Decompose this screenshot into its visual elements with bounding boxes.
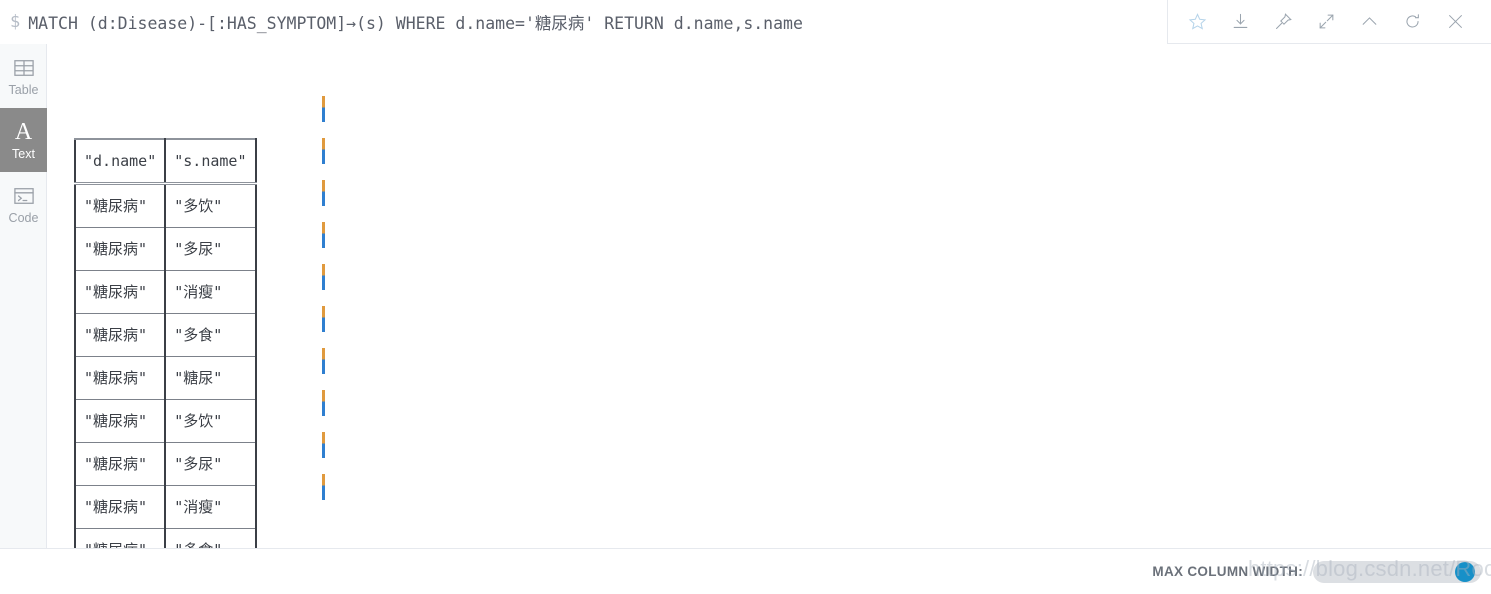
sidebar-item-table[interactable]: Table	[0, 44, 47, 108]
query-text: MATCH (d:Disease)-[:HAS_SYMPTOM]→(s) WHE…	[28, 13, 803, 33]
table-row: "糖尿病" "消瘦"	[73, 270, 257, 314]
code-icon	[13, 183, 35, 209]
cell-d-name: "糖尿病"	[73, 528, 167, 548]
sidebar-item-label: Text	[12, 147, 35, 162]
table-row: "糖尿病" "多饮"	[73, 183, 257, 228]
cell-s-name: "糖尿"	[164, 356, 257, 400]
cell-s-name: "消瘦"	[164, 270, 257, 314]
cell-d-name: "糖尿病"	[73, 485, 167, 529]
result-frame: $ MATCH (d:Disease)-[:HAS_SYMPTOM]→(s) W…	[0, 0, 1491, 594]
slider-handle[interactable]	[1455, 561, 1475, 582]
row-pipe	[322, 348, 325, 374]
table-header: "d.name" "s.name"	[73, 138, 257, 185]
row-pipe	[322, 432, 325, 458]
row-pipe	[322, 306, 325, 332]
prompt-sign: $	[10, 11, 21, 32]
cell-s-name: "多食"	[164, 528, 257, 548]
row-pipe	[322, 96, 325, 122]
cell-d-name: "糖尿病"	[73, 183, 167, 228]
table-row: "糖尿病" "多尿"	[73, 227, 257, 271]
text-result-pane: "d.name" "s.name" "糖尿病" "多饮" "糖尿病" "多尿" …	[48, 44, 1491, 548]
result-table: "d.name" "s.name" "糖尿病" "多饮" "糖尿病" "多尿" …	[73, 138, 257, 548]
sidebar-item-label: Code	[8, 211, 39, 226]
sidebar-item-label: Table	[8, 83, 39, 98]
table-header-row: "d.name" "s.name"	[73, 138, 257, 185]
table-row: "糖尿病" "糖尿"	[73, 356, 257, 400]
query-actions	[1168, 0, 1491, 44]
row-pipe	[322, 264, 325, 290]
ascii-result-table: "d.name" "s.name" "糖尿病" "多饮" "糖尿病" "多尿" …	[73, 54, 257, 548]
cell-d-name: "糖尿病"	[73, 227, 167, 271]
row-pipe	[322, 474, 325, 500]
text-icon: A	[14, 119, 33, 146]
cell-s-name: "多饮"	[164, 399, 257, 443]
cell-d-name: "糖尿病"	[73, 270, 167, 314]
table-row: "糖尿病" "消瘦"	[73, 485, 257, 529]
table-row: "糖尿病" "多尿"	[73, 442, 257, 486]
collapse-icon[interactable]	[1355, 7, 1385, 37]
column-header-s-name: "s.name"	[164, 138, 257, 185]
pin-icon[interactable]	[1269, 7, 1299, 37]
cell-s-name: "多尿"	[164, 227, 257, 271]
cell-d-name: "糖尿病"	[73, 356, 167, 400]
cell-d-name: "糖尿病"	[73, 442, 167, 486]
row-pipe	[322, 180, 325, 206]
trailing-pipe-column	[322, 96, 326, 516]
cell-s-name: "多食"	[164, 313, 257, 357]
cell-d-name: "糖尿病"	[73, 399, 167, 443]
close-icon[interactable]	[1441, 7, 1471, 37]
view-sidebar: Table A Text Code	[0, 44, 47, 548]
cell-s-name: "多尿"	[164, 442, 257, 486]
row-pipe	[322, 390, 325, 416]
refresh-icon[interactable]	[1398, 7, 1428, 37]
cell-s-name: "消瘦"	[164, 485, 257, 529]
query-bar: $ MATCH (d:Disease)-[:HAS_SYMPTOM]→(s) W…	[0, 0, 1491, 44]
cell-d-name: "糖尿病"	[73, 313, 167, 357]
row-pipe	[322, 222, 325, 248]
table-body: "糖尿病" "多饮" "糖尿病" "多尿" "糖尿病" "消瘦" "糖尿病" "…	[73, 183, 257, 548]
sidebar-item-text[interactable]: A Text	[0, 108, 47, 172]
max-column-width-label: MAX COLUMN WIDTH:	[1152, 564, 1303, 579]
table-row: "糖尿病" "多食"	[73, 528, 257, 548]
column-header-d-name: "d.name"	[73, 138, 167, 185]
row-pipe	[322, 138, 325, 164]
max-column-width-slider[interactable]	[1313, 560, 1481, 583]
download-icon[interactable]	[1226, 7, 1256, 37]
table-icon	[13, 55, 35, 81]
sidebar-item-code[interactable]: Code	[0, 172, 47, 236]
table-row: "糖尿病" "多饮"	[73, 399, 257, 443]
table-row: "糖尿病" "多食"	[73, 313, 257, 357]
cell-s-name: "多饮"	[164, 183, 257, 228]
favorite-icon[interactable]	[1183, 7, 1213, 37]
query-input[interactable]: $ MATCH (d:Disease)-[:HAS_SYMPTOM]→(s) W…	[0, 0, 1168, 44]
status-bar: MAX COLUMN WIDTH:	[0, 548, 1491, 594]
expand-icon[interactable]	[1312, 7, 1342, 37]
